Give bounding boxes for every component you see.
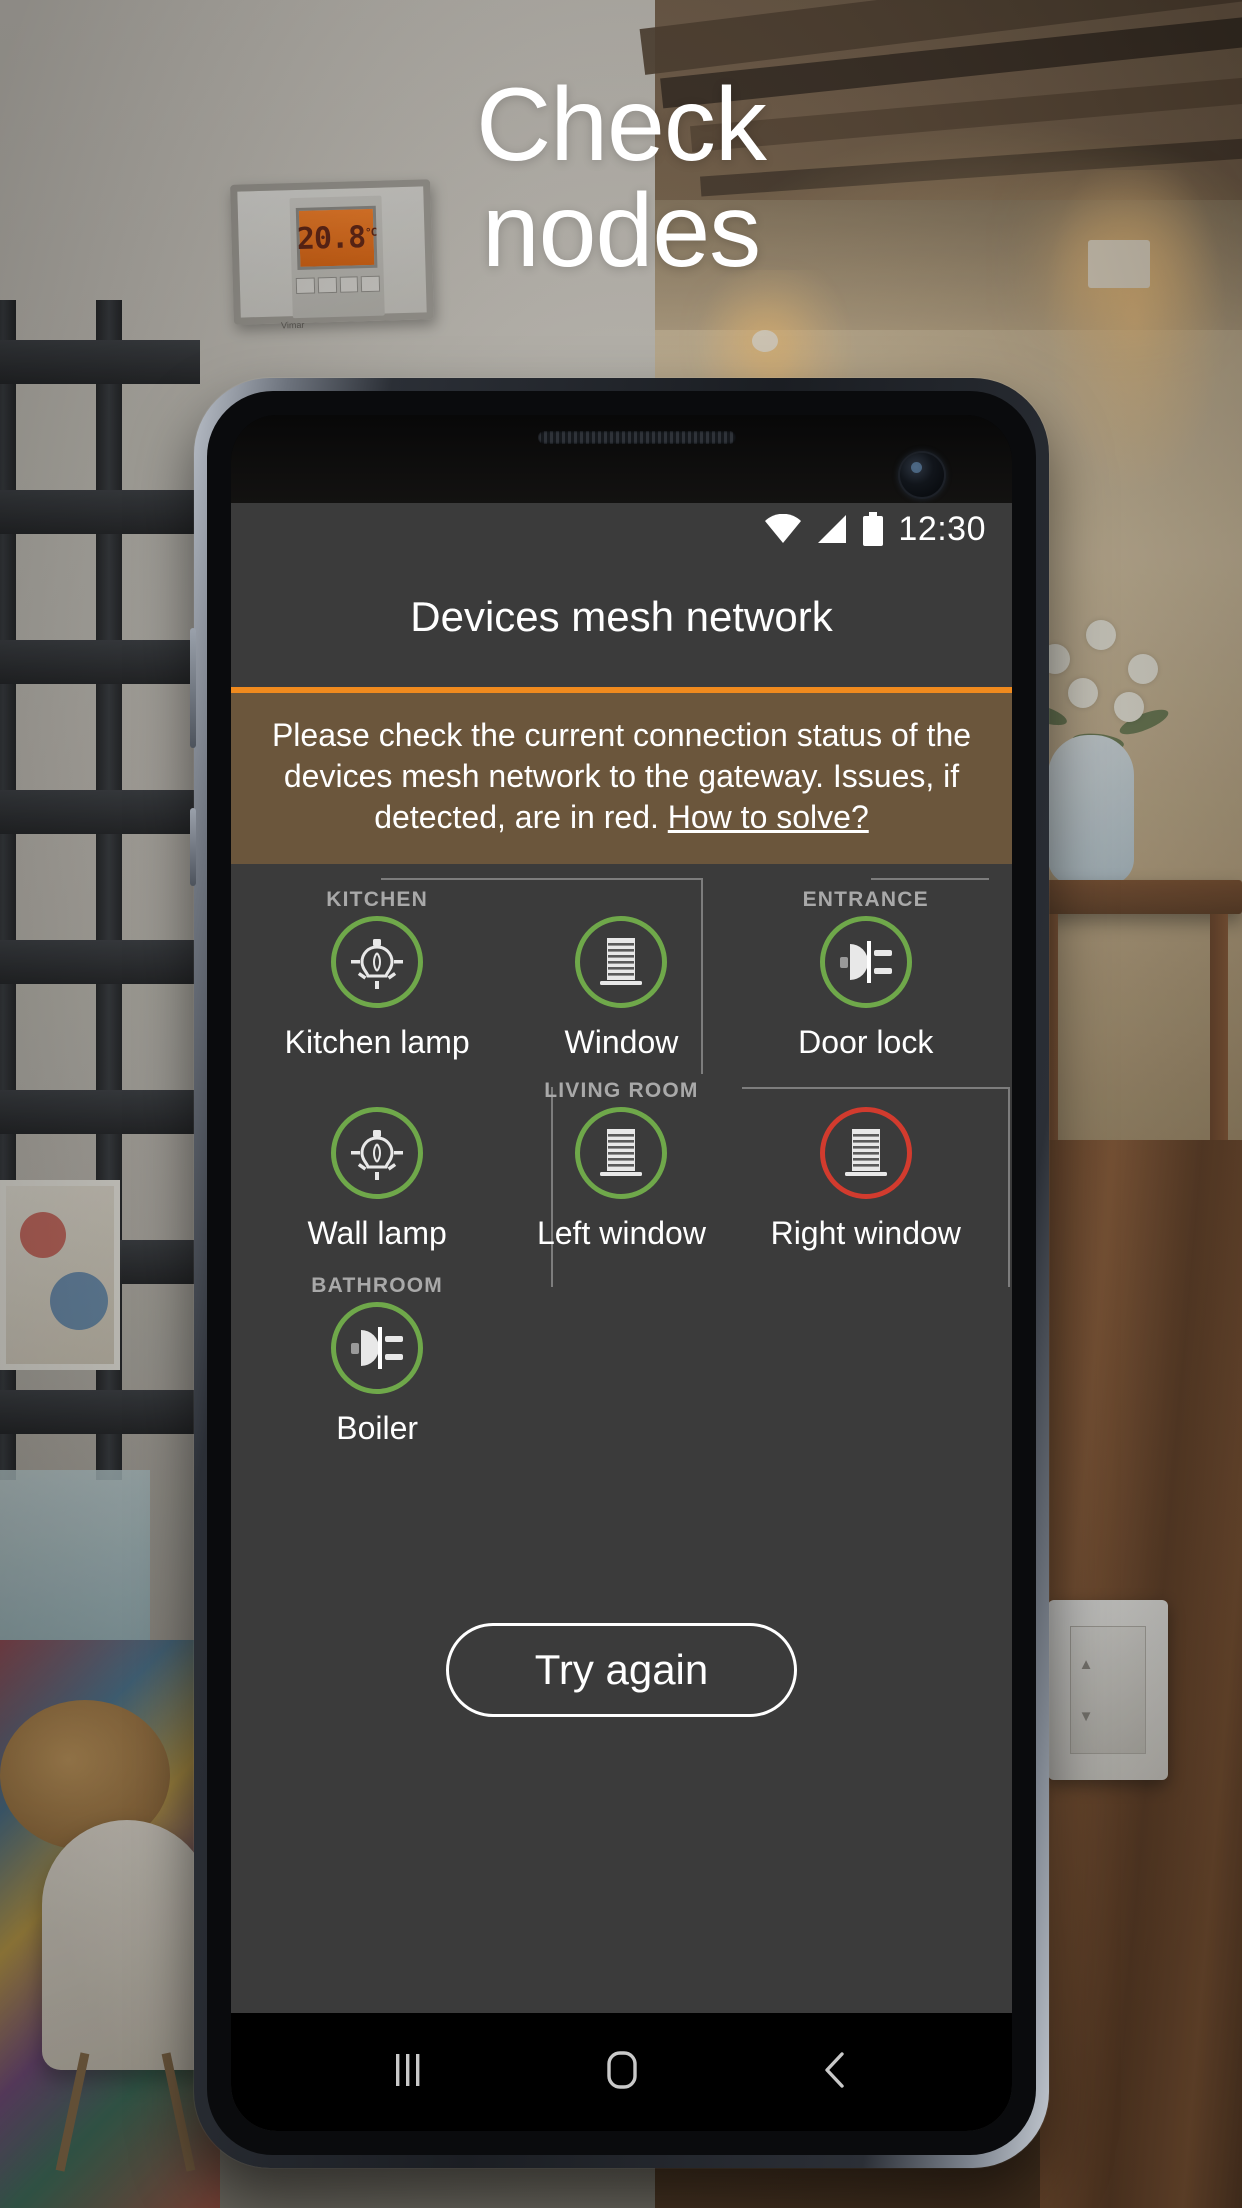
nodes-grid: KITCHEN Kitchen lamp Window ENTRANCE Doo… <box>231 864 1012 2013</box>
armchair <box>42 1820 212 2172</box>
node-status-ring-error <box>819 1106 912 1199</box>
group-label-kitchen: KITCHEN <box>326 887 429 911</box>
node-window[interactable]: Window <box>499 882 743 1061</box>
node-status-ring <box>575 1106 668 1199</box>
node-door-lock[interactable]: ENTRANCE Door lock <box>744 882 988 1061</box>
group-label-living-room: LIVING ROOM <box>544 1078 699 1102</box>
wall-sconce <box>752 330 778 352</box>
group-frame-living-right <box>1008 1086 1010 1287</box>
group-label-bathroom: BATHROOM <box>311 1273 443 1297</box>
home-icon[interactable] <box>601 2049 643 2096</box>
wall-picture <box>0 1180 120 1370</box>
node-wall-lamp[interactable]: Wall lamp <box>255 1073 499 1252</box>
node-status-ring <box>331 915 424 1008</box>
bulb-icon <box>351 938 404 989</box>
info-banner: Please check the current connection stat… <box>231 687 1012 864</box>
shutter-icon <box>600 1128 643 1176</box>
plug-icon <box>839 940 892 983</box>
nodes-row: BATHROOM Boiler <box>255 1268 988 1447</box>
node-label: Left window <box>536 1214 706 1251</box>
phone-mockup: 12:30 Devices mesh network Please check … <box>190 378 1049 2168</box>
node-status-ring <box>575 915 668 1008</box>
node-label: Door lock <box>798 1023 934 1060</box>
node-boiler[interactable]: BATHROOM Boiler <box>255 1268 499 1447</box>
status-bar-clock: 12:30 <box>898 509 986 548</box>
node-label: Right window <box>770 1214 961 1251</box>
phone-screen: 12:30 Devices mesh network Please check … <box>231 415 1012 2131</box>
try-again-button[interactable]: Try again <box>445 1622 798 1717</box>
power-button[interactable] <box>190 808 196 886</box>
battery-full-icon <box>862 512 884 546</box>
back-icon[interactable] <box>816 2049 856 2096</box>
shutter-icon <box>844 1128 887 1176</box>
node-status-ring <box>331 1106 424 1199</box>
app-root: 12:30 Devices mesh network Please check … <box>231 503 1012 2131</box>
shutter-icon <box>600 937 643 985</box>
node-label: Kitchen lamp <box>284 1023 470 1060</box>
node-label: Wall lamp <box>307 1214 447 1251</box>
node-left-window[interactable]: LIVING ROOM Left window <box>499 1073 743 1252</box>
recents-icon[interactable] <box>387 2050 429 2095</box>
thermostat-brand: Vimar <box>280 319 305 331</box>
group-label-entrance: ENTRANCE <box>802 887 929 911</box>
node-status-ring <box>331 1301 424 1394</box>
node-label: Window <box>564 1023 679 1060</box>
front-camera-icon <box>900 453 944 497</box>
plug-icon <box>351 1326 404 1369</box>
how-to-solve-link[interactable]: How to solve? <box>668 799 869 835</box>
bulb-icon <box>351 1129 404 1180</box>
node-status-ring <box>819 915 912 1008</box>
cell-signal-icon <box>816 514 848 544</box>
headline-line-2: nodes <box>481 173 761 290</box>
headline-line-1: Check <box>476 67 767 183</box>
volume-button[interactable] <box>190 628 196 748</box>
wall-switch-plate: ▲ ▼ <box>1048 1600 1168 1780</box>
node-kitchen-lamp[interactable]: KITCHEN Kitchen lamp <box>255 882 499 1061</box>
nodes-row: Wall lamp LIVING ROOM Left window Right … <box>255 1073 1010 1287</box>
console-leg <box>1210 914 1228 1144</box>
nodes-row: KITCHEN Kitchen lamp Window ENTRANCE Doo… <box>255 882 988 1061</box>
flower-vase <box>1048 735 1134 885</box>
group-frame-kitchen-top <box>381 877 703 880</box>
node-label: Boiler <box>336 1409 419 1446</box>
phone-bezel: 12:30 Devices mesh network Please check … <box>207 391 1036 2155</box>
screen-top-bezel <box>231 415 1012 503</box>
android-nav-bar <box>231 2013 1012 2131</box>
group-frame-entrance-top <box>871 877 989 880</box>
retry-button-wrap: Try again <box>255 1597 988 1717</box>
wifi-icon <box>764 514 802 544</box>
node-right-window[interactable]: Right window <box>744 1073 988 1252</box>
page-title: Devices mesh network <box>410 593 833 640</box>
earpiece-speaker <box>538 431 737 444</box>
status-bar: 12:30 <box>231 503 1012 555</box>
promo-headline: Check nodes <box>0 72 1242 284</box>
